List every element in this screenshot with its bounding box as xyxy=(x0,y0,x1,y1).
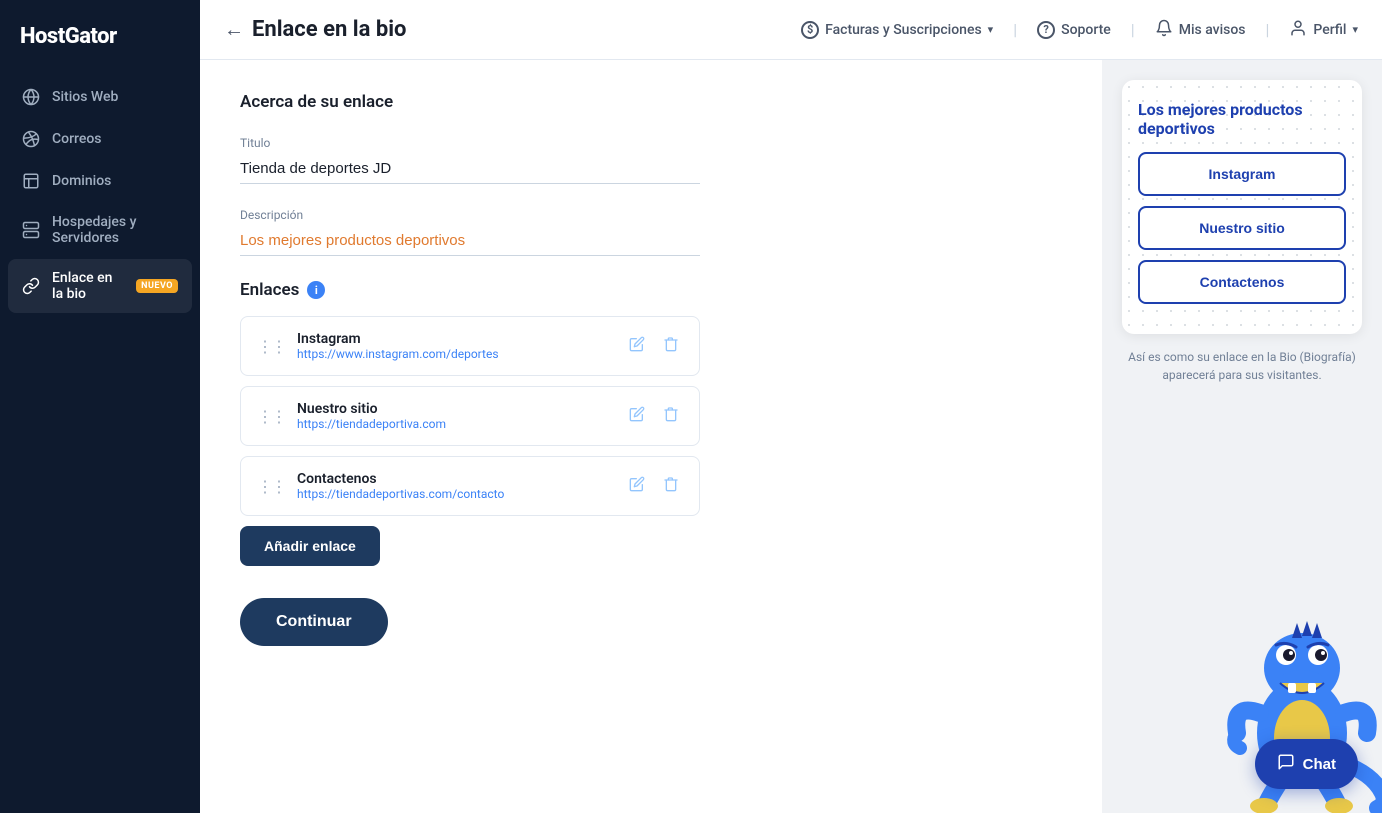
link-item: ⋮⋮ Nuestro sitio https://tiendadeportiva… xyxy=(240,386,700,446)
content-area: Acerca de su enlace Titulo Descripción E… xyxy=(200,60,1382,813)
sidebar-item-correos[interactable]: Correos xyxy=(8,119,192,159)
link-name: Nuestro sitio xyxy=(297,401,613,417)
delete-link-button[interactable] xyxy=(659,332,683,361)
preview-caption: Así es como su enlace en la Bio (Biograf… xyxy=(1118,348,1366,384)
link-name: Contactenos xyxy=(297,471,613,487)
link-icon xyxy=(22,277,40,295)
sidebar-item-label: Dominios xyxy=(52,173,178,189)
back-button[interactable]: ← Enlace en la bio xyxy=(224,17,406,42)
links-title: Enlaces xyxy=(240,280,299,300)
sidebar-nav: Sitios Web Correos Dominios xyxy=(0,77,200,313)
link-actions xyxy=(625,402,683,431)
page-title: Enlace en la bio xyxy=(252,17,406,42)
drag-handle-icon[interactable]: ⋮⋮ xyxy=(257,407,285,426)
link-info: Instagram https://www.instagram.com/depo… xyxy=(297,331,613,361)
sidebar: HostGator Sitios Web Correos xyxy=(0,0,200,813)
sidebar-item-label: Sitios Web xyxy=(52,89,178,105)
chat-button[interactable]: Chat xyxy=(1255,739,1358,789)
description-input[interactable] xyxy=(240,226,700,256)
notices-button[interactable]: Mis avisos xyxy=(1155,19,1246,41)
edit-link-button[interactable] xyxy=(625,402,649,431)
user-icon xyxy=(1289,19,1307,41)
billing-button[interactable]: $ Facturas y Suscripciones ▾ xyxy=(801,21,993,39)
preview-instagram-button[interactable]: Instagram xyxy=(1138,152,1346,196)
sidebar-item-hospedajes[interactable]: Hospedajes y Servidores xyxy=(8,203,192,257)
preview-card: Los mejores productos deportivos Instagr… xyxy=(1122,80,1362,334)
link-url: https://tiendadeportiva.com xyxy=(297,417,613,431)
topnav-actions: $ Facturas y Suscripciones ▾ | ? Soporte… xyxy=(801,19,1358,41)
sidebar-item-dominios[interactable]: Dominios xyxy=(8,161,192,201)
title-label: Titulo xyxy=(240,136,1062,150)
link-actions xyxy=(625,332,683,361)
brand-logo: HostGator xyxy=(0,0,200,77)
links-section: Enlaces i ⋮⋮ Instagram https://www.insta… xyxy=(240,280,1062,566)
preview-contactenos-button[interactable]: Contactenos xyxy=(1138,260,1346,304)
drag-handle-icon[interactable]: ⋮⋮ xyxy=(257,477,285,496)
new-badge: NUEVO xyxy=(136,279,178,293)
edit-link-button[interactable] xyxy=(625,332,649,361)
back-arrow-icon: ← xyxy=(224,17,244,42)
edit-link-button[interactable] xyxy=(625,472,649,501)
mail-icon xyxy=(22,130,40,148)
sidebar-item-sitios-web[interactable]: Sitios Web xyxy=(8,77,192,117)
description-label: Descripción xyxy=(240,208,1062,222)
link-info: Nuestro sitio https://tiendadeportiva.co… xyxy=(297,401,613,431)
add-link-button[interactable]: Añadir enlace xyxy=(240,526,380,566)
billing-icon: $ xyxy=(801,21,819,39)
title-input[interactable] xyxy=(240,154,700,184)
link-url: https://www.instagram.com/deportes xyxy=(297,347,613,361)
link-url: https://tiendadeportivas.com/contacto xyxy=(297,487,613,501)
chevron-down-icon: ▾ xyxy=(1352,23,1358,36)
server-icon xyxy=(22,221,40,239)
support-icon: ? xyxy=(1037,21,1055,39)
preview-title: Los mejores productos deportivos xyxy=(1138,100,1346,138)
link-item: ⋮⋮ Instagram https://www.instagram.com/d… xyxy=(240,316,700,376)
bell-icon xyxy=(1155,19,1173,41)
description-field-group: Descripción xyxy=(240,208,1062,256)
sidebar-item-enlace-bio[interactable]: Enlace en la bio NUEVO xyxy=(8,259,192,313)
chevron-down-icon: ▾ xyxy=(988,23,994,36)
link-item: ⋮⋮ Contactenos https://tiendadeportivas.… xyxy=(240,456,700,516)
link-actions xyxy=(625,472,683,501)
links-header: Enlaces i xyxy=(240,280,1062,300)
preview-nuestro-sitio-button[interactable]: Nuestro sitio xyxy=(1138,206,1346,250)
title-field-group: Titulo xyxy=(240,136,1062,184)
profile-button[interactable]: Perfil ▾ xyxy=(1289,19,1358,41)
continue-button[interactable]: Continuar xyxy=(240,598,388,646)
preview-panel: Los mejores productos deportivos Instagr… xyxy=(1102,60,1382,813)
chat-icon xyxy=(1277,753,1295,775)
link-name: Instagram xyxy=(297,331,613,347)
form-panel: Acerca de su enlace Titulo Descripción E… xyxy=(200,60,1102,813)
sidebar-item-label: Enlace en la bio xyxy=(52,270,124,302)
file-icon xyxy=(22,172,40,190)
drag-handle-icon[interactable]: ⋮⋮ xyxy=(257,337,285,356)
main-area: ← Enlace en la bio $ Facturas y Suscripc… xyxy=(200,0,1382,813)
info-icon[interactable]: i xyxy=(307,281,325,299)
delete-link-button[interactable] xyxy=(659,472,683,501)
link-info: Contactenos https://tiendadeportivas.com… xyxy=(297,471,613,501)
top-nav: ← Enlace en la bio $ Facturas y Suscripc… xyxy=(200,0,1382,60)
sidebar-item-label: Correos xyxy=(52,131,178,147)
section-title: Acerca de su enlace xyxy=(240,92,1062,112)
globe-icon xyxy=(22,88,40,106)
support-button[interactable]: ? Soporte xyxy=(1037,21,1111,39)
delete-link-button[interactable] xyxy=(659,402,683,431)
sidebar-item-label: Hospedajes y Servidores xyxy=(52,214,178,246)
